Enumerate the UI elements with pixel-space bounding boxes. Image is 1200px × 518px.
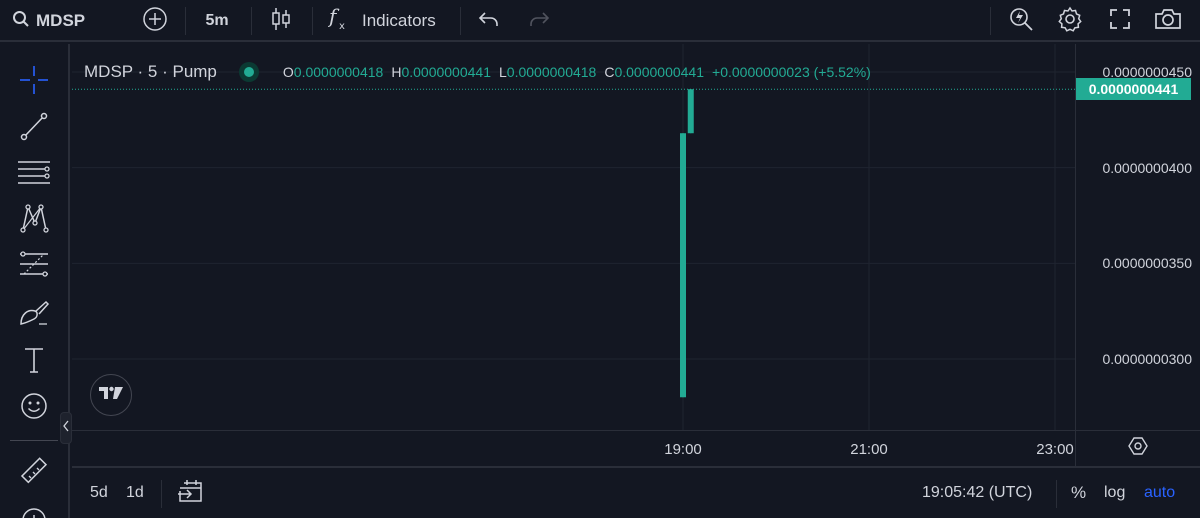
- toolbar-divider: [251, 7, 252, 35]
- measure-tool[interactable]: [14, 453, 54, 493]
- top-toolbar: MDSP 5m fx Indicators: [0, 0, 1200, 42]
- pattern-tool[interactable]: [14, 200, 54, 240]
- drawing-toolbar: [0, 44, 70, 518]
- text-icon: [19, 345, 49, 380]
- settings-icon: [1057, 6, 1083, 37]
- symbol-name: MDSP: [36, 11, 86, 30]
- chevron-left-icon: [62, 419, 70, 437]
- auto-scale-toggle[interactable]: auto: [1144, 468, 1175, 518]
- legend-close-value: 0.0000000441: [614, 64, 705, 80]
- indicators-label: Indicators: [362, 11, 436, 30]
- last-price-label: 0.0000000441: [1076, 78, 1191, 101]
- fx-icon: fx: [327, 4, 350, 37]
- crosshair-tool[interactable]: [14, 62, 54, 102]
- candles-icon: [270, 6, 292, 37]
- time-tick: 23:00: [1036, 441, 1074, 458]
- pattern-icon: [19, 203, 49, 238]
- fib-retracement-tool[interactable]: [14, 246, 54, 286]
- trendline-tool[interactable]: [14, 108, 54, 148]
- compare-symbol-button[interactable]: [138, 0, 172, 42]
- candle-body[interactable]: [687, 89, 694, 134]
- snapshot-button[interactable]: [1150, 0, 1186, 42]
- emoji-tool[interactable]: [14, 388, 54, 428]
- price-tick: 0.0000000300: [1102, 351, 1192, 367]
- text-tool[interactable]: [14, 342, 54, 382]
- undo-button[interactable]: [474, 0, 504, 42]
- brush-icon: [18, 299, 50, 334]
- axis-settings-button[interactable]: [1075, 430, 1200, 466]
- toolbar-divider: [990, 7, 991, 35]
- percent-scale-toggle[interactable]: %: [1071, 468, 1086, 518]
- bottom-toolbar: 5d 1d 19:05:42 (UTC) % log auto: [72, 466, 1200, 518]
- range-1d-button[interactable]: 1d: [126, 468, 144, 518]
- redo-icon: [528, 10, 550, 33]
- tradingview-logo[interactable]: [90, 374, 132, 416]
- chart-legend: MDSP · 5 · Pump O 0.0000000418 H 0.00000…: [84, 62, 879, 82]
- horizontal-lines-tool[interactable]: [14, 154, 54, 194]
- calendar-goto-icon: [176, 479, 204, 508]
- indicators-button[interactable]: fx Indicators: [327, 0, 450, 42]
- trendline-icon: [19, 111, 49, 146]
- brush-tool[interactable]: [14, 296, 54, 336]
- toolbar-divider: [10, 440, 58, 441]
- fib-icon: [18, 249, 50, 284]
- horizontal-lines-icon: [17, 157, 51, 192]
- legend-low-value: 0.0000000418: [506, 64, 597, 80]
- redo-button[interactable]: [524, 0, 554, 42]
- toolbar-divider: [312, 7, 313, 35]
- toolbar-divider: [1056, 480, 1057, 508]
- chart-type-button[interactable]: [264, 0, 298, 42]
- candle-body[interactable]: [680, 133, 686, 398]
- ruler-icon: [19, 456, 49, 491]
- status-dot: [243, 67, 254, 77]
- snapshot-icon: [1154, 7, 1182, 36]
- price-axis[interactable]: 0.0000000450 0.0000000400 0.0000000350 0…: [1075, 44, 1200, 430]
- fullscreen-button[interactable]: [1103, 0, 1137, 42]
- toolbar-divider: [460, 7, 461, 35]
- fullscreen-icon: [1108, 7, 1132, 36]
- crosshair-icon: [19, 65, 49, 100]
- legend-change-value: +0.0000000023 (+5.52%): [712, 64, 871, 80]
- quick-search-button[interactable]: [1004, 0, 1038, 42]
- range-5d-button[interactable]: 5d: [90, 468, 108, 518]
- time-tick: 19:00: [664, 441, 702, 458]
- legend-low-key: L: [499, 64, 507, 80]
- clock-timezone-button[interactable]: 19:05:42 (UTC): [922, 468, 1032, 518]
- chart-pane[interactable]: MDSP · 5 · Pump O 0.0000000418 H 0.00000…: [72, 44, 1075, 430]
- svg-text:x: x: [339, 21, 345, 32]
- log-scale-toggle[interactable]: log: [1104, 468, 1125, 518]
- zoom-tool[interactable]: [14, 502, 54, 518]
- goto-date-button[interactable]: [176, 468, 204, 518]
- time-tick: 21:00: [850, 441, 888, 458]
- price-tick: 0.0000000350: [1102, 255, 1192, 271]
- emoji-icon: [19, 391, 49, 426]
- legend-open-value: 0.0000000418: [293, 64, 384, 80]
- legend-high-key: H: [391, 64, 402, 80]
- market-status-indicator[interactable]: [238, 62, 259, 82]
- legend-high-value: 0.0000000441: [401, 64, 491, 80]
- quick-search-icon: [1008, 6, 1034, 37]
- search-icon: [12, 10, 30, 33]
- undo-icon: [478, 10, 500, 33]
- settings-icon: [1128, 436, 1148, 461]
- time-axis[interactable]: 19:00 21:00 23:00: [72, 430, 1075, 466]
- price-tick: 0.0000000400: [1102, 160, 1192, 176]
- toolbar-divider: [161, 480, 162, 508]
- symbol-search-button[interactable]: MDSP: [6, 0, 96, 42]
- legend-title[interactable]: MDSP · 5 · Pump: [84, 62, 217, 82]
- settings-button[interactable]: [1053, 0, 1087, 42]
- toolbar-divider: [185, 7, 186, 35]
- zoom-icon: [19, 505, 49, 518]
- legend-close-key: C: [604, 64, 615, 80]
- tradingview-logo-icon: [98, 385, 124, 406]
- chart-canvas[interactable]: [72, 44, 1075, 430]
- interval-button[interactable]: 5m: [196, 0, 238, 42]
- collapse-toolbar-button[interactable]: [60, 412, 72, 444]
- legend-open-key: O: [282, 64, 294, 80]
- add-symbol-icon: [142, 6, 168, 37]
